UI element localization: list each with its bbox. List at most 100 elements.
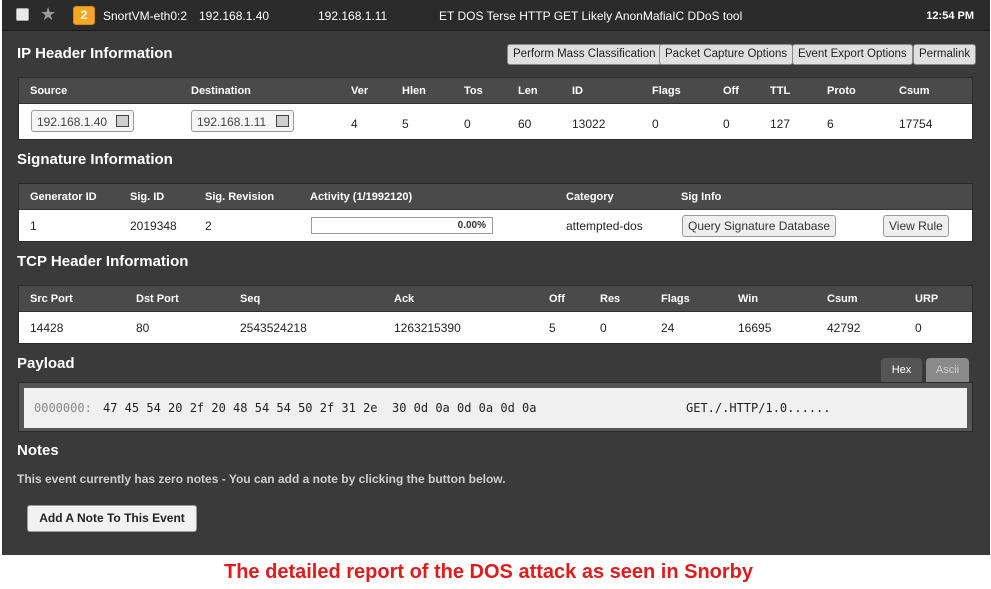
- ack-value: 1263215390: [394, 321, 461, 335]
- table-row: 1 2019348 2 0.00% attempted-dos Query Si…: [19, 210, 972, 241]
- tos-value: 0: [464, 117, 471, 131]
- notes-empty-message: This event currently has zero notes - Yo…: [17, 472, 506, 486]
- payload-offset: 0000000:: [34, 401, 92, 415]
- col-generator-id: Generator ID: [30, 191, 97, 203]
- source-ip: 192.168.1.40: [199, 9, 270, 23]
- table-row: 14428 80 2543524218 1263215390 5 0 24 16…: [19, 312, 972, 343]
- activity-percent: 0.00%: [457, 220, 486, 231]
- ttl-value: 127: [770, 117, 791, 131]
- csum-value: 42792: [827, 321, 861, 335]
- col-flags: Flags: [661, 293, 690, 305]
- ip-menu-icon[interactable]: [116, 115, 129, 127]
- severity-badge: 2: [73, 6, 95, 25]
- col-off: Off: [723, 85, 739, 97]
- col-hlen: Hlen: [402, 85, 426, 97]
- select-checkbox[interactable]: [16, 8, 29, 21]
- query-signature-database-button[interactable]: Query Signature Database: [682, 215, 837, 237]
- table-row: 192.168.1.40 192.168.1.11 4 5 0 60 13022…: [19, 104, 972, 139]
- destination-ip-field[interactable]: 192.168.1.11: [191, 110, 294, 132]
- col-seq: Seq: [240, 293, 261, 305]
- table-header: Generator ID Sig. ID Sig. Revision Activ…: [19, 184, 972, 210]
- view-rule-button[interactable]: View Rule: [883, 215, 949, 237]
- table-header: Source Destination Ver Hlen Tos Len ID F…: [19, 78, 972, 104]
- destination-ip: 192.168.1.11: [318, 9, 388, 23]
- permalink-button[interactable]: Permalink: [913, 44, 977, 65]
- off-value: 0: [723, 117, 730, 131]
- col-win: Win: [738, 293, 759, 305]
- col-off: Off: [549, 293, 565, 305]
- event-export-options-button[interactable]: Event Export Options: [792, 44, 913, 65]
- col-ack: Ack: [394, 293, 415, 305]
- col-activity: Activity (1/1992120): [310, 191, 413, 203]
- proto-value: 6: [827, 117, 834, 131]
- sig-revision-value: 2: [205, 219, 212, 233]
- table-header: Src Port Dst Port Seq Ack Off Res Flags …: [19, 286, 972, 312]
- notes-title: Notes: [17, 442, 59, 459]
- dst-port-value: 80: [136, 321, 150, 335]
- flags-value: 24: [661, 321, 675, 335]
- sensor-name: SnortVM-eth0:2: [103, 9, 188, 23]
- id-value: 13022: [572, 117, 606, 131]
- category-value: attempted-dos: [566, 219, 643, 233]
- col-src-port: Src Port: [30, 293, 73, 305]
- col-sig-info: Sig Info: [681, 191, 722, 203]
- payload-hex-dump: 0000000: 47 45 54 20 2f 20 48 54 54 50 2…: [24, 388, 967, 428]
- win-value: 16695: [738, 321, 772, 335]
- source-ip-field[interactable]: 192.168.1.40: [31, 110, 134, 132]
- signature-info-title: Signature Information: [17, 151, 173, 168]
- add-note-button[interactable]: Add A Note To This Event: [27, 505, 197, 532]
- col-csum: Csum: [827, 293, 858, 305]
- destination-ip-value: 192.168.1.11: [197, 115, 267, 129]
- payload-title: Payload: [17, 355, 75, 372]
- hlen-value: 5: [402, 117, 409, 131]
- col-destination: Destination: [191, 85, 251, 97]
- col-sig-id: Sig. ID: [130, 191, 165, 203]
- col-source: Source: [30, 85, 68, 97]
- urp-value: 0: [915, 321, 922, 335]
- col-flags: Flags: [652, 85, 681, 97]
- generator-id-value: 1: [30, 219, 37, 233]
- col-ver: Ver: [351, 85, 369, 97]
- col-dst-port: Dst Port: [136, 293, 179, 305]
- col-category: Category: [566, 191, 614, 203]
- event-row-header[interactable]: ★ 2 SnortVM-eth0:2 192.168.1.40 192.168.…: [2, 0, 990, 31]
- signature-info-table: Generator ID Sig. ID Sig. Revision Activ…: [18, 183, 973, 242]
- ip-menu-icon[interactable]: [276, 115, 289, 127]
- payload-container: 0000000: 47 45 54 20 2f 20 48 54 54 50 2…: [18, 382, 973, 432]
- star-icon[interactable]: ★: [40, 4, 56, 24]
- mass-classification-button[interactable]: Perform Mass Classification: [507, 44, 662, 65]
- col-csum: Csum: [899, 85, 930, 97]
- col-len: Len: [518, 85, 538, 97]
- tab-hex[interactable]: Hex: [881, 358, 922, 382]
- tcp-header-title: TCP Header Information: [17, 253, 189, 270]
- signature-name: ET DOS Terse HTTP GET Likely AnonMafiaIC…: [439, 9, 743, 23]
- col-tos: Tos: [464, 85, 483, 97]
- event-time: 12:54 PM: [926, 10, 974, 22]
- tab-ascii[interactable]: Ascii: [926, 358, 969, 382]
- off-value: 5: [549, 321, 556, 335]
- col-proto: Proto: [827, 85, 856, 97]
- packet-capture-options-button[interactable]: Packet Capture Options: [659, 44, 794, 65]
- flags-value: 0: [652, 117, 659, 131]
- figure-caption: The detailed report of the DOS attack as…: [223, 561, 753, 583]
- csum-value: 17754: [899, 117, 933, 131]
- tcp-header-table: Src Port Dst Port Seq Ack Off Res Flags …: [18, 285, 973, 344]
- event-detail-panel: ★ 2 SnortVM-eth0:2 192.168.1.40 192.168.…: [2, 0, 990, 555]
- col-sig-revision: Sig. Revision: [205, 191, 275, 203]
- sig-id-value: 2019348: [130, 219, 177, 233]
- activity-progress-bar: 0.00%: [311, 217, 493, 234]
- col-ttl: TTL: [770, 85, 791, 97]
- len-value: 60: [518, 117, 532, 131]
- payload-ascii: GET./.HTTP/1.0......: [686, 401, 831, 415]
- ver-value: 4: [351, 117, 358, 131]
- seq-value: 2543524218: [240, 321, 307, 335]
- src-port-value: 14428: [30, 321, 64, 335]
- col-id: ID: [572, 85, 583, 97]
- source-ip-value: 192.168.1.40: [37, 115, 108, 129]
- res-value: 0: [600, 321, 607, 335]
- payload-hex-bytes: 47 45 54 20 2f 20 48 54 54 50 2f 31 2e 3…: [103, 401, 537, 415]
- ip-header-title: IP Header Information: [17, 45, 173, 62]
- col-res: Res: [600, 293, 621, 305]
- ip-header-table: Source Destination Ver Hlen Tos Len ID F…: [18, 77, 973, 140]
- col-urp: URP: [915, 293, 939, 305]
